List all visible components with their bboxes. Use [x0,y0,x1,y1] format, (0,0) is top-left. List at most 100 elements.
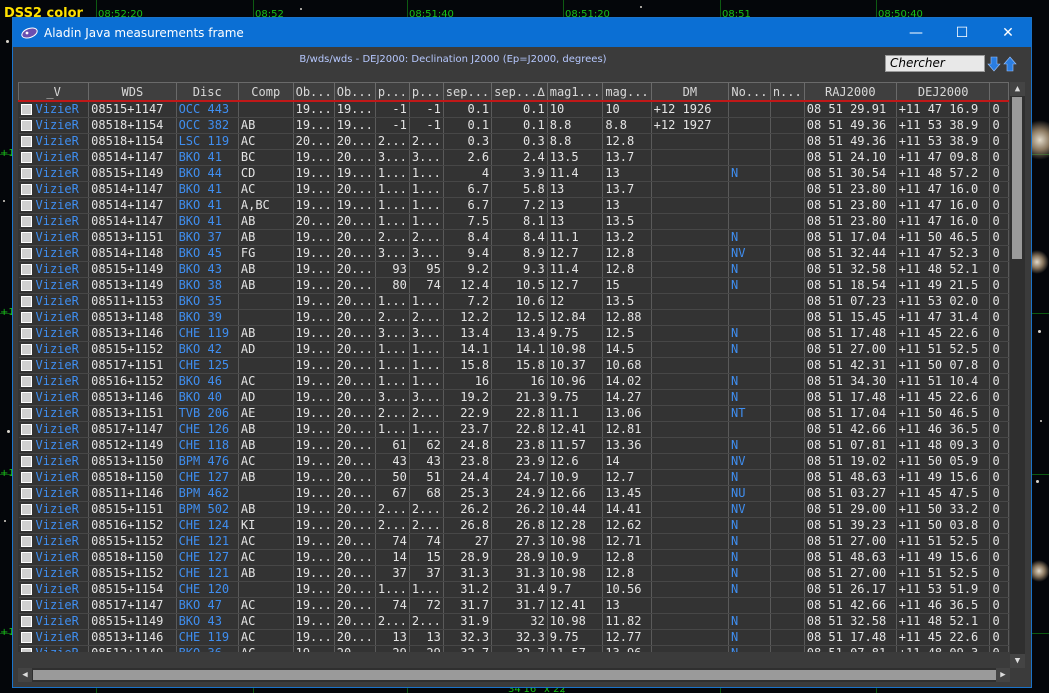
scroll-right-button[interactable]: ▶ [996,668,1010,682]
vizier-link-cell[interactable]: VizieR [18,133,90,150]
vizier-link-cell[interactable]: VizieR [18,405,90,422]
table-cell[interactable]: CHE 118 [176,437,239,454]
vizier-link-cell[interactable]: VizieR [18,389,90,406]
vizier-link-cell[interactable]: VizieR [18,357,90,374]
row-select-checkbox[interactable] [20,568,32,579]
vizier-link[interactable]: VizieR [36,198,79,212]
table-cell[interactable]: CHE 121 [176,533,239,550]
column-header[interactable]: sep... [442,82,493,102]
vizier-link[interactable]: VizieR [36,518,79,532]
vizier-link-cell[interactable]: VizieR [18,437,90,454]
row-select-checkbox[interactable] [20,536,32,547]
table-cell[interactable]: CHE 119 [176,325,239,342]
table-cell[interactable]: CHE 121 [176,565,239,582]
vizier-link[interactable]: VizieR [36,550,79,564]
column-header[interactable]: mag... [602,82,652,102]
table-row[interactable]: VizieR 08515+1149 BKO 43 AC 19... 20... 2... 2.… [18,613,1009,630]
vizier-link-cell[interactable]: VizieR [18,597,90,614]
row-select-checkbox[interactable] [20,616,32,627]
vizier-link-cell[interactable]: VizieR [18,501,90,518]
vizier-link-cell[interactable]: VizieR [18,165,90,182]
table-cell[interactable]: BPM 476 [176,453,239,470]
row-select-checkbox[interactable] [20,328,32,339]
table-cell[interactable]: BKO 41 [176,213,239,230]
table-cell[interactable]: BKO 42 [176,341,239,358]
row-select-checkbox[interactable] [20,376,32,387]
column-header[interactable]: sep...∆ [491,82,548,102]
column-header[interactable]: p... [374,82,410,102]
vizier-link[interactable]: VizieR [36,278,79,292]
vizier-link[interactable]: VizieR [36,390,79,404]
row-select-checkbox[interactable] [20,104,32,115]
column-header[interactable]: n... [769,82,805,102]
vizier-link-cell[interactable]: VizieR [18,645,90,652]
table-cell[interactable]: BKO 44 [176,165,239,182]
horizontal-scroll-thumb[interactable] [33,670,996,680]
table-row[interactable]: VizieR 08515+1152 BKO 42 AD 19... 20... 1... 1.… [18,341,1009,358]
vizier-link-cell[interactable]: VizieR [18,325,90,342]
column-header[interactable]: Disc [175,82,239,102]
vizier-link-cell[interactable]: VizieR [18,101,90,118]
vizier-link[interactable]: VizieR [36,246,79,260]
column-header[interactable]: Comp [237,82,294,102]
vizier-link-cell[interactable]: VizieR [18,421,90,438]
table-cell[interactable]: BKO 38 [176,277,239,294]
table-row[interactable]: VizieR 08513+1148 BKO 39 19... 20... 2... 2...… [18,309,1009,326]
row-select-checkbox[interactable] [20,120,32,131]
vizier-link-cell[interactable]: VizieR [18,341,90,358]
vizier-link[interactable]: VizieR [36,454,79,468]
vizier-link-cell[interactable]: VizieR [18,309,90,326]
vizier-link-cell[interactable]: VizieR [18,261,90,278]
table-row[interactable]: VizieR 08518+1150 CHE 127 AC 19... 20... 14 15 2… [18,549,1009,566]
column-header[interactable]: mag1... [546,82,604,102]
vizier-link[interactable]: VizieR [36,630,79,644]
vizier-link[interactable]: VizieR [36,134,79,148]
vizier-link[interactable]: VizieR [36,470,79,484]
vizier-link-cell[interactable]: VizieR [18,565,90,582]
vizier-link[interactable]: VizieR [36,422,79,436]
table-cell[interactable]: TVB 206 [176,405,239,422]
column-header[interactable] [989,82,1009,102]
vizier-link[interactable]: VizieR [36,182,79,196]
column-header[interactable]: DM [650,82,730,102]
row-select-checkbox[interactable] [20,296,32,307]
vizier-link[interactable]: VizieR [36,646,79,652]
table-row[interactable]: VizieR 08515+1152 CHE 121 AB 19... 20... 37 37 3… [18,565,1009,582]
vertical-scroll-thumb[interactable] [1012,97,1022,259]
table-row[interactable]: VizieR 08515+1149 BKO 44 CD 19... 19... 1... 1.… [18,165,1009,182]
table-cell[interactable]: CHE 125 [176,357,239,374]
row-select-checkbox[interactable] [20,648,32,652]
table-row[interactable]: VizieR 08514+1147 BKO 41 AB 20... 20... 1... 1.… [18,213,1009,230]
table-row[interactable]: VizieR 08513+1146 BKO 40 AD 19... 20... 3... 3.… [18,389,1009,406]
table-row[interactable]: VizieR 08514+1147 BKO 41 AC 19... 20... 1... 1.… [18,181,1009,198]
table-cell[interactable]: OCC 382 [176,117,239,134]
column-header[interactable]: No... [728,82,771,102]
table-row[interactable]: VizieR 08513+1151 BKO 37 AB 19... 20... 2... 2.… [18,229,1009,246]
column-header[interactable]: p... [408,82,444,102]
table-row[interactable]: VizieR 08518+1154 LSC 119 AC 20... 20... 2... 2… [18,133,1009,150]
table-row[interactable]: VizieR08512+1149BKO 36AC19...20...292932… [18,645,1009,652]
row-select-checkbox[interactable] [20,264,32,275]
table-cell[interactable]: BKO 36 [176,645,239,652]
row-select-checkbox[interactable] [20,248,32,259]
row-select-checkbox[interactable] [20,200,32,211]
horizontal-scrollbar[interactable]: ◀ ▶ [18,668,1010,682]
vizier-link[interactable]: VizieR [36,118,79,132]
row-select-checkbox[interactable] [20,168,32,179]
vizier-link[interactable]: VizieR [36,294,79,308]
vizier-link[interactable]: VizieR [36,614,79,628]
vizier-link[interactable]: VizieR [36,230,79,244]
table-cell[interactable]: CHE 120 [176,581,239,598]
arrow-down-icon[interactable] [987,56,1001,72]
vizier-link-cell[interactable]: VizieR [18,517,90,534]
table-cell[interactable]: BKO 39 [176,309,239,326]
table-row[interactable]: VizieR 08514+1147 BKO 41 BC 19... 20... 3... 3.… [18,149,1009,166]
table-row[interactable]: VizieR 08515+1147 OCC 443 19... 19... -1 -1 0.1… [18,101,1009,118]
row-select-checkbox[interactable] [20,312,32,323]
table-row[interactable]: VizieR 08518+1150 CHE 127 AB 19... 20... 50 51 2… [18,469,1009,486]
table-cell[interactable]: BPM 462 [176,485,239,502]
row-select-checkbox[interactable] [20,440,32,451]
row-select-checkbox[interactable] [20,520,32,531]
vizier-link-cell[interactable]: VizieR [18,229,90,246]
vizier-link-cell[interactable]: VizieR [18,629,90,646]
